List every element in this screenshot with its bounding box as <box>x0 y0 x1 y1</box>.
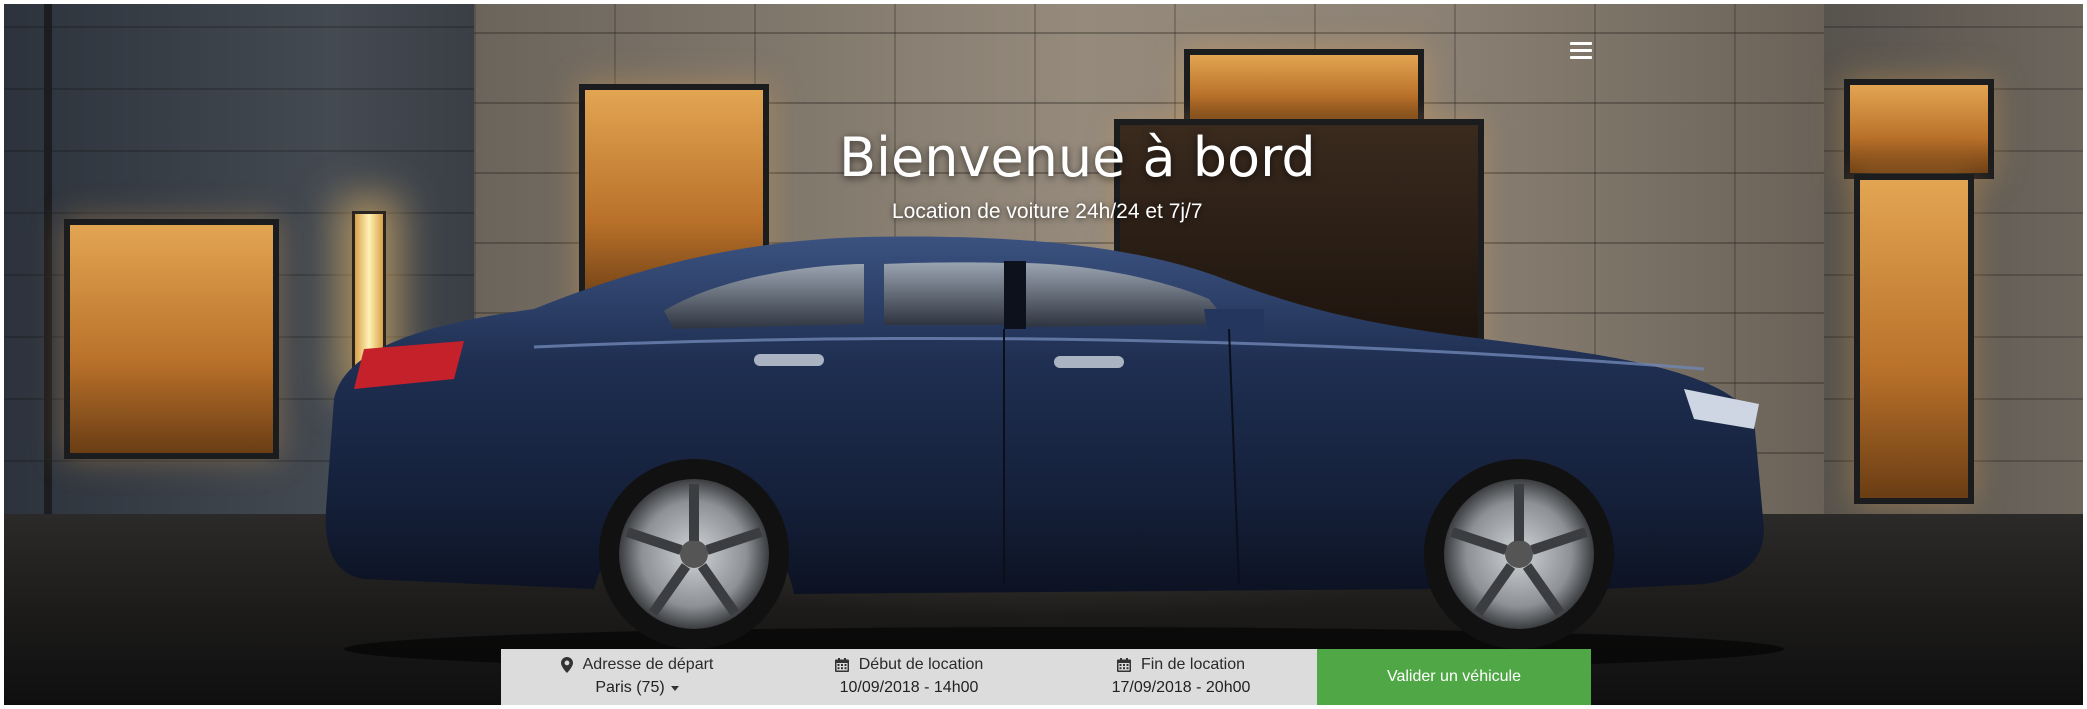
departure-label: Adresse de départ <box>582 656 714 673</box>
end-date-label: Fin de location <box>1140 656 1246 673</box>
hero-subtitle: Location de voiture 24h/24 et 7j/7 <box>892 200 1203 223</box>
lit-window <box>1844 79 1994 179</box>
chevron-down-icon <box>670 685 679 691</box>
validate-vehicle-button[interactable]: Valider un véhicule <box>1317 649 1591 705</box>
departure-address-select[interactable]: Adresse de départ Paris (75) <box>501 649 773 705</box>
hero-section: Bienvenue à bord Location de voiture 24h… <box>4 4 2083 705</box>
calendar-icon <box>1116 658 1131 672</box>
hero-title: Bienvenue à bord <box>839 126 1316 189</box>
start-date-field[interactable]: Début de location 10/09/2018 - 14h00 <box>773 649 1045 705</box>
hamburger-menu-icon[interactable] <box>1570 42 1592 60</box>
departure-value: Paris (75) <box>595 679 665 696</box>
start-date-value: 10/09/2018 - 14h00 <box>839 679 979 696</box>
tree-trunk <box>44 4 52 524</box>
end-date-field[interactable]: Fin de location 17/09/2018 - 20h00 <box>1045 649 1317 705</box>
end-date-value: 17/09/2018 - 20h00 <box>1111 679 1251 696</box>
start-date-label: Début de location <box>858 656 984 673</box>
map-pin-icon <box>560 657 573 673</box>
calendar-icon <box>834 658 849 672</box>
lit-transom <box>1184 49 1424 129</box>
booking-bar: Adresse de départ Paris (75) Début de lo… <box>501 649 1591 705</box>
lit-window <box>64 219 279 459</box>
lit-door <box>1854 174 1974 504</box>
car-image <box>325 236 1784 669</box>
